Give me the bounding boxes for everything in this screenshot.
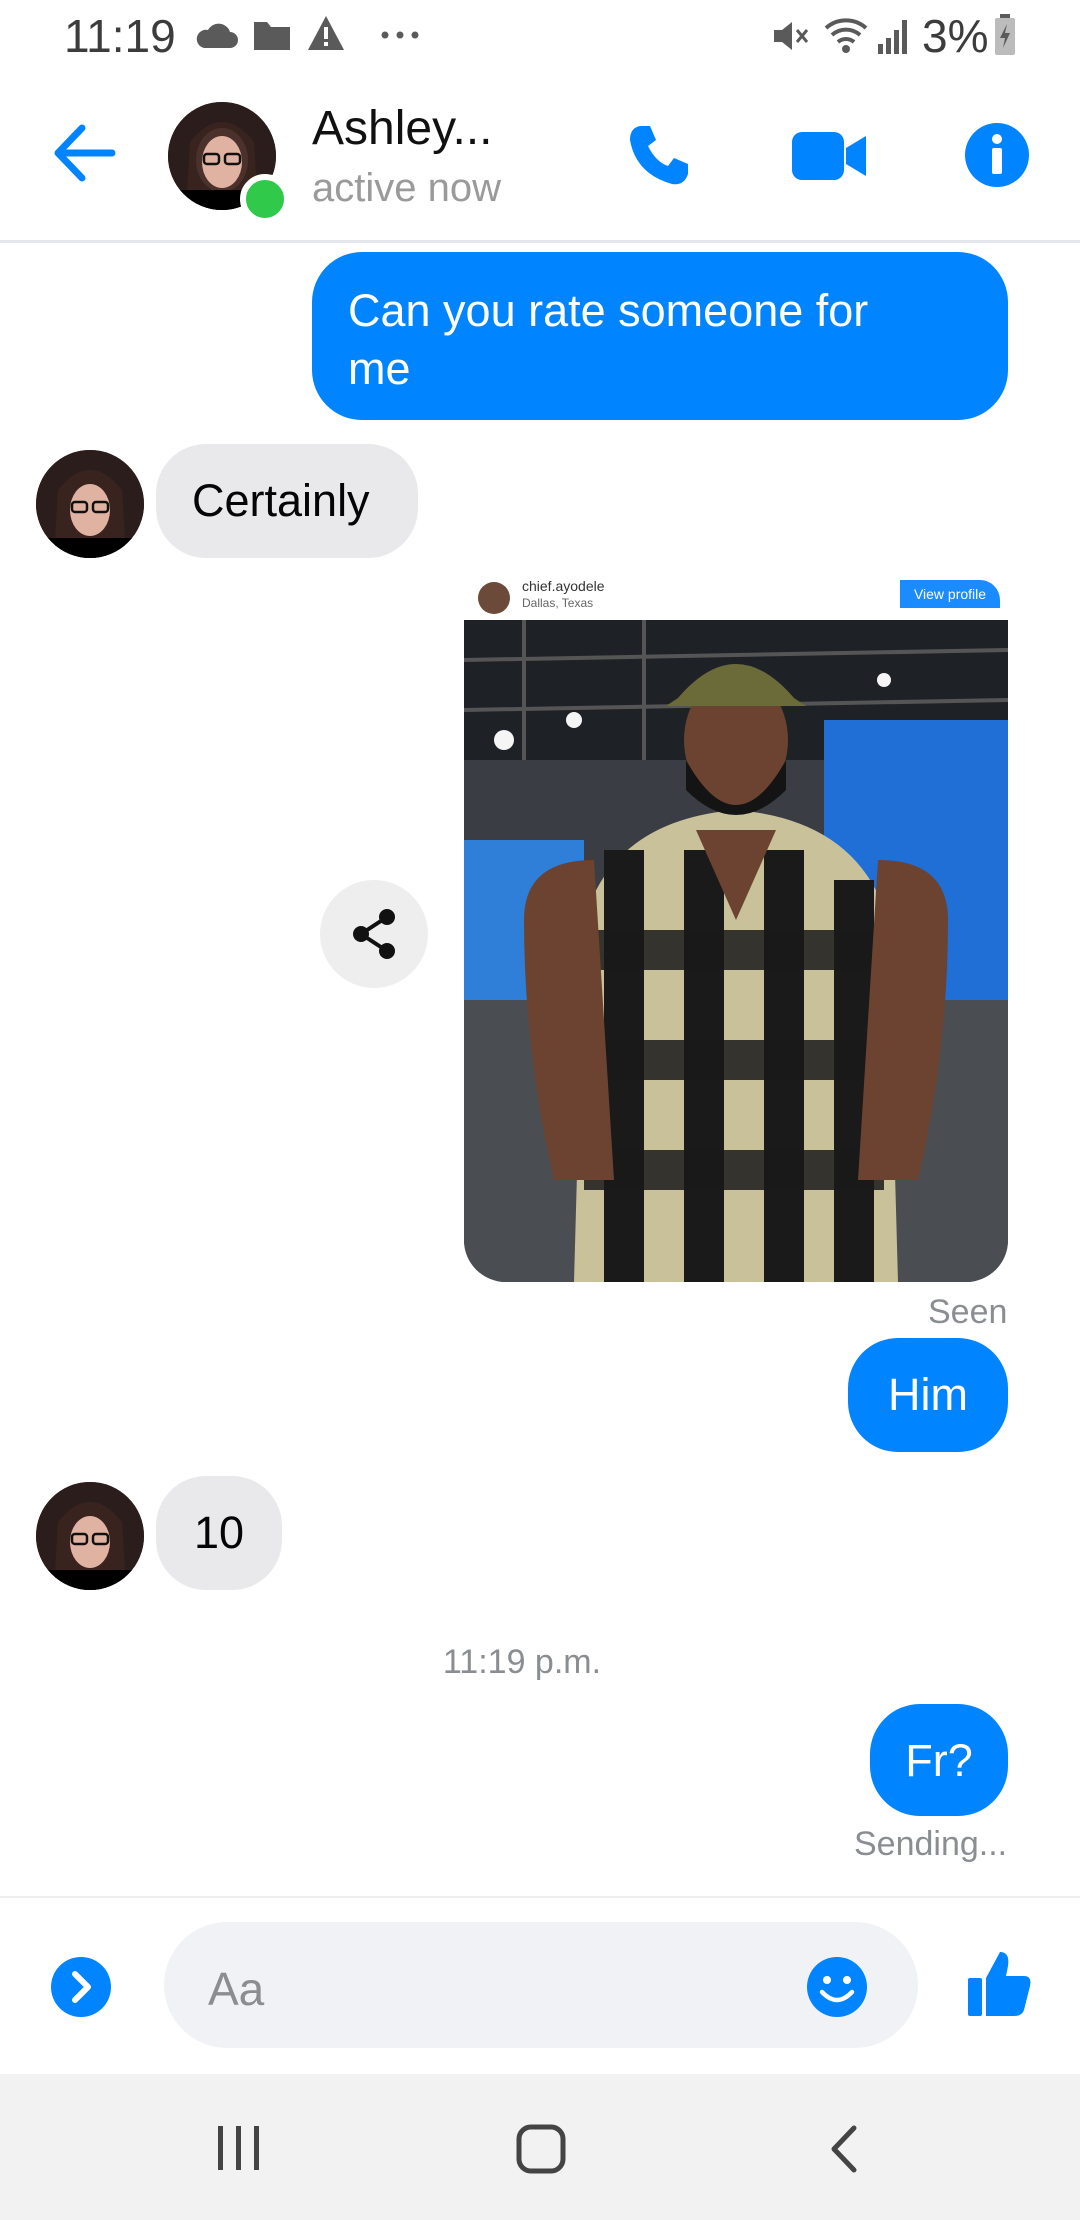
emoji-icon [807,1957,867,2017]
mute-icon [770,16,810,56]
emoji-button[interactable] [806,1956,868,2023]
shared-post-image[interactable] [464,620,1008,1282]
online-indicator [240,174,290,224]
share-icon [353,909,395,959]
message-text: Him [888,1369,968,1420]
message-text: Fr? [905,1735,973,1786]
thumbs-up-icon [968,1952,1031,2016]
sending-status: Sending... [854,1825,1008,1863]
message-text: 10 [193,1507,245,1558]
battery-charging-icon [994,14,1016,56]
view-profile-button[interactable]: View profile [900,580,1000,608]
wifi-icon [822,16,870,56]
status-time: 11:19 [64,10,176,62]
back-nav-icon[interactable] [826,2124,860,2179]
message-bubble-outgoing[interactable]: Him [848,1338,1008,1452]
share-button[interactable] [320,880,428,988]
sender-avatar[interactable] [36,450,144,558]
battery-percent: 3% [922,10,989,62]
folder-icon [252,18,292,52]
post-author-avatar [478,582,510,614]
contact-name[interactable]: Ashley... [312,100,493,158]
header-divider [0,240,1080,243]
message-input-placeholder: Aa [208,1963,265,2015]
like-button[interactable] [966,1948,1032,2023]
post-location: Dallas, Texas [522,596,594,610]
cloud-icon [194,20,238,50]
chevron-right-icon [51,1957,111,2017]
more-dots-icon [380,30,420,40]
message-bubble-incoming[interactable]: Certainly [156,444,418,558]
post-username: chief.ayodele [522,578,605,594]
expand-actions-button[interactable] [50,1956,112,2023]
message-bubble-outgoing[interactable]: Can you rate someone for me [312,252,1008,420]
message-bubble-incoming[interactable]: 10 [156,1476,282,1590]
recent-apps-icon[interactable] [214,2124,264,2177]
home-icon[interactable] [516,2124,566,2179]
composer-divider [0,1896,1080,1898]
message-text: Can you rate someone for [348,285,869,336]
active-status: active now [312,166,501,210]
info-icon[interactable] [964,122,1030,193]
signal-icon [876,16,912,56]
phone-icon[interactable] [626,122,692,193]
sender-avatar[interactable] [36,1482,144,1590]
message-text: Certainly [192,475,370,526]
back-arrow-icon[interactable] [52,124,116,187]
warning-icon [306,14,346,52]
message-bubble-outgoing[interactable]: Fr? [870,1704,1008,1816]
video-camera-icon[interactable] [792,130,868,187]
message-text: me [348,343,411,394]
seen-indicator: Seen [928,1293,1008,1331]
message-input[interactable] [164,1922,918,2048]
message-timestamp: 11:19 p.m. [442,1643,602,1681]
